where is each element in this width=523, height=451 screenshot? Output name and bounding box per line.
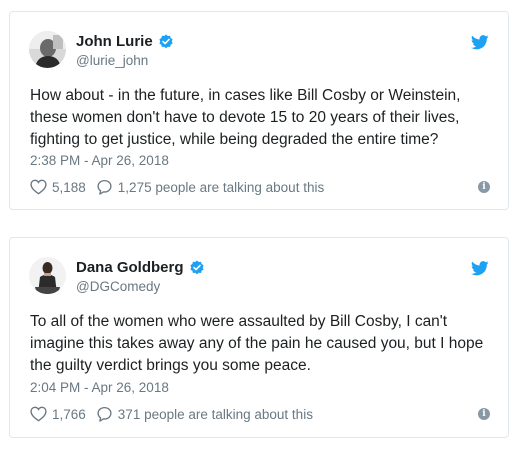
avatar-photo	[29, 31, 66, 68]
author-handle[interactable]: @lurie_john	[76, 53, 148, 68]
author-name[interactable]: John Lurie	[76, 33, 153, 50]
embedded-tweet-card[interactable]: John Lurie @lurie_john How about - in th…	[9, 11, 509, 210]
twitter-bird-icon[interactable]	[471, 261, 489, 276]
conversation-text: 1,275 people are talking about this	[117, 179, 325, 195]
embedded-tweet-card[interactable]: Dana Goldberg @DGComedy To all of the wo…	[9, 237, 509, 438]
avatar[interactable]	[29, 257, 66, 294]
avatar[interactable]	[29, 31, 66, 68]
twitter-bird-icon[interactable]	[471, 35, 489, 50]
like-button[interactable]: 1,766	[30, 406, 86, 422]
tweet-timestamp[interactable]: 2:04 PM - Apr 26, 2018	[30, 380, 169, 395]
verified-badge-icon	[189, 260, 204, 274]
tweet-actions: 1,766 371 people are talking about this …	[30, 406, 490, 422]
author-name[interactable]: Dana Goldberg	[76, 259, 184, 276]
like-count: 1,766	[52, 406, 86, 422]
tweet-actions: 5,188 1,275 people are talking about thi…	[30, 179, 490, 195]
verified-badge-icon	[159, 34, 173, 48]
reply-bubble-icon	[97, 179, 112, 195]
tweet-text: How about - in the future, in cases like…	[30, 87, 461, 148]
avatar-photo	[29, 257, 66, 294]
heart-icon	[30, 406, 47, 422]
conversation-link[interactable]: 371 people are talking about this	[96, 406, 313, 422]
author-handle[interactable]: @DGComedy	[76, 279, 160, 294]
info-icon[interactable]: i	[478, 181, 490, 193]
reply-bubble-icon	[97, 406, 112, 422]
like-button[interactable]: 5,188	[30, 179, 86, 195]
info-icon[interactable]: i	[478, 408, 490, 420]
conversation-text: 371 people are talking about this	[117, 406, 313, 422]
like-count: 5,188	[52, 179, 86, 195]
heart-icon	[30, 179, 47, 195]
conversation-link[interactable]: 1,275 people are talking about this	[96, 179, 324, 195]
tweet-text: To all of the women who were assaulted b…	[30, 313, 484, 374]
tweet-timestamp[interactable]: 2:38 PM - Apr 26, 2018	[30, 153, 169, 168]
